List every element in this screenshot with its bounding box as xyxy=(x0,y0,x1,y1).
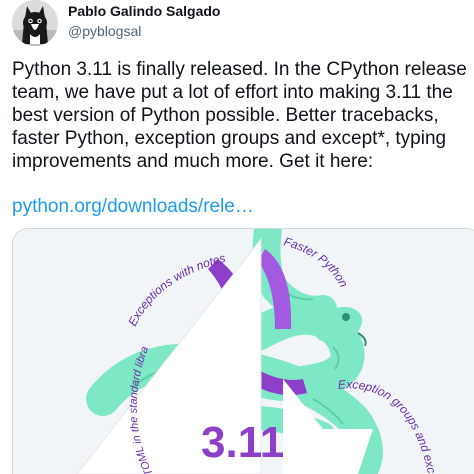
author-handle[interactable]: @pyblogsal xyxy=(68,23,141,39)
author-name[interactable]: Pablo Galindo Salgado xyxy=(68,3,220,19)
tweet: Pablo Galindo Salgado @pyblogsal Python … xyxy=(0,0,474,474)
tweet-text: Python 3.11 is finally released. In the … xyxy=(12,58,470,173)
python-311-artwork: 3.11 Exceptions with notes Faster Python… xyxy=(13,229,474,474)
cat-avatar-icon xyxy=(12,0,58,46)
version-label: 3.11 xyxy=(201,418,284,467)
media-image[interactable]: 3.11 Exceptions with notes Faster Python… xyxy=(12,228,474,474)
tweet-text-body: Python 3.11 is finally released. In the … xyxy=(12,59,467,172)
tweet-link[interactable]: python.org/downloads/rele… xyxy=(12,195,254,218)
avatar[interactable] xyxy=(12,0,58,46)
